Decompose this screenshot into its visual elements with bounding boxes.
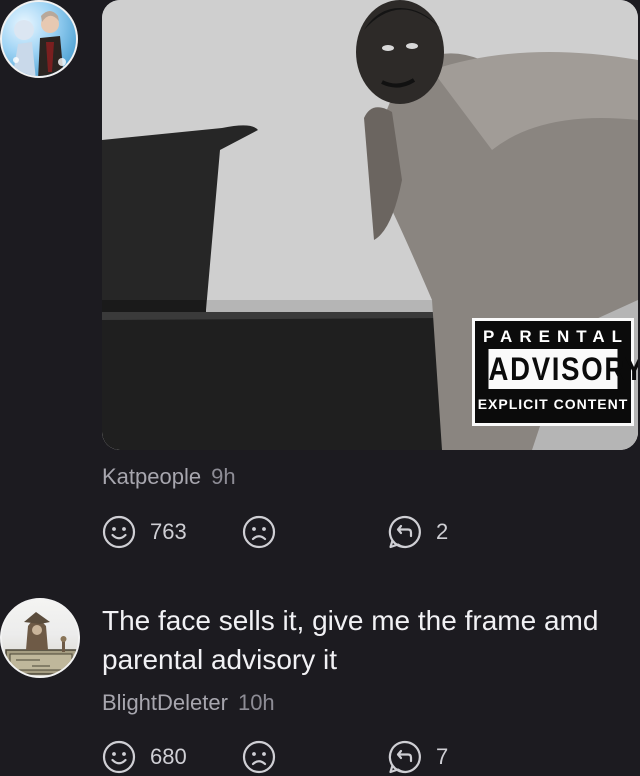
comment-author[interactable]: Katpeople [102,464,201,489]
dislike-button[interactable] [242,515,276,549]
comment-meta: Katpeople 9h [102,464,236,490]
parental-advisory-label: PARENTAL ADVISORY EXPLICIT CONTENT [472,318,638,426]
reply-button[interactable]: 2 [388,515,448,549]
like-count: 680 [150,744,187,769]
comment-time: 10h [237,690,275,715]
smile-icon [102,740,136,774]
reply-icon [388,740,421,774]
frown-icon [242,515,276,549]
comment-author[interactable]: BlightDeleter [102,690,228,715]
smile-icon [102,515,136,549]
user-avatar[interactable] [0,598,80,678]
comment-actions: 763 2 [102,515,622,551]
parental-advisory-middle: ADVISORY [488,349,638,389]
reply-count: 7 [436,744,449,769]
comment-feed: PARENTAL ADVISORY EXPLICIT CONTENT Katpe… [0,0,640,776]
parental-advisory-bottom: EXPLICIT CONTENT [477,396,629,412]
like-count: 763 [150,519,187,544]
frown-icon [242,740,276,774]
dislike-button[interactable] [242,740,276,774]
like-button[interactable]: 763 [102,515,187,549]
user-avatar[interactable] [0,0,78,78]
like-button[interactable]: 680 [102,740,187,774]
reply-button[interactable]: 7 [388,740,448,774]
comment-meta: BlightDeleter 10h [102,690,275,716]
reply-count: 2 [436,519,449,544]
comment-text: The face sells it, give me the frame amd… [102,605,599,675]
reply-icon [388,515,421,549]
comment-time: 9h [211,464,236,489]
avatar-illustration [12,11,66,76]
comment-image[interactable]: PARENTAL ADVISORY EXPLICIT CONTENT [102,0,638,450]
parental-advisory-top: PARENTAL [482,327,630,346]
avatar-illustration [5,612,77,675]
comment-actions: 680 7 [102,740,622,776]
